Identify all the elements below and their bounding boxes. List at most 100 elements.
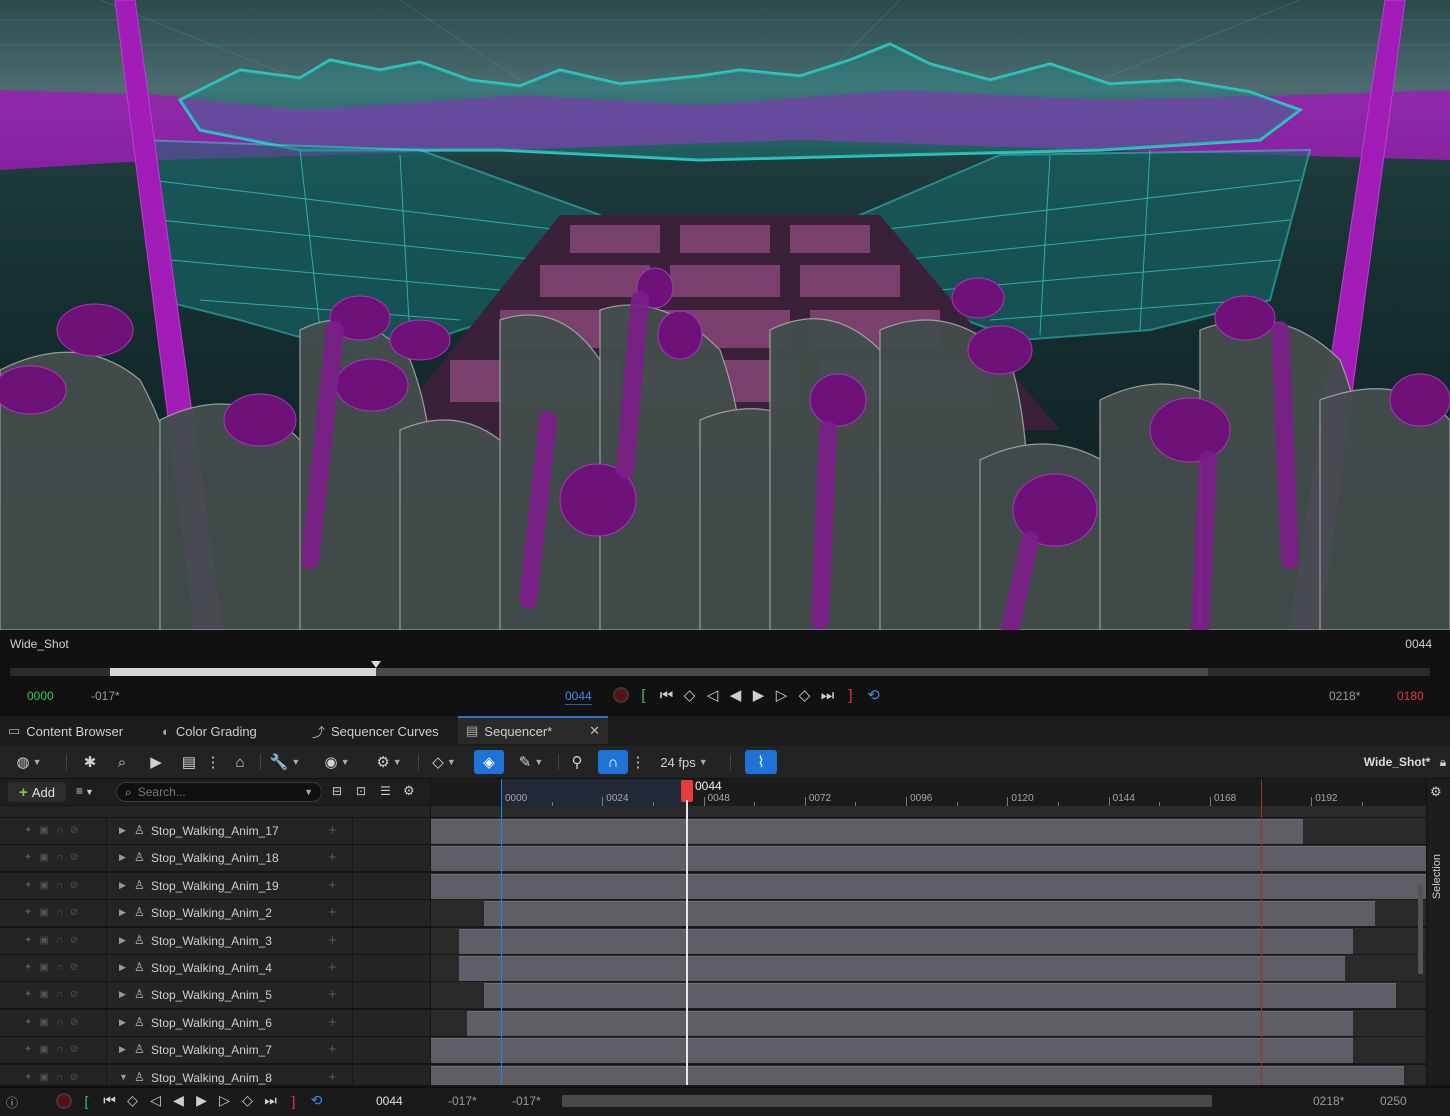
mute-icon[interactable]: ⊘ — [70, 852, 78, 863]
mute-icon[interactable]: ⊘ — [70, 1044, 78, 1055]
lock-icon[interactable]: ▣ — [39, 962, 48, 973]
track-row[interactable]: ✦ ▣ ∩ ⊘ ▶ ♙ Stop_Walking_Anim_5 + — [0, 982, 430, 1010]
current-frame-field[interactable]: 0044 — [565, 689, 592, 705]
sequence-name-breadcrumb[interactable]: Wide_Shot* — [1362, 750, 1432, 774]
headphones-icon[interactable]: ∩ — [56, 880, 63, 891]
animation-section[interactable] — [467, 1010, 1354, 1036]
jump-end-icon[interactable]: ⏭ — [819, 687, 836, 704]
headphones-icon[interactable]: ∩ — [56, 935, 63, 946]
add-subtrack-icon[interactable]: + — [328, 904, 337, 921]
playback-options-button[interactable]: ⚙ ▼ — [370, 750, 408, 774]
pin-icon[interactable]: ✦ — [24, 880, 32, 891]
expand-arrow-icon[interactable]: ▼ — [119, 1072, 128, 1082]
add-subtrack-icon[interactable]: + — [328, 1014, 337, 1031]
add-subtrack-icon[interactable]: + — [328, 932, 337, 949]
next-frame-icon[interactable]: ▷ — [216, 1092, 233, 1109]
timeline-range-scrollbar[interactable] — [562, 1095, 1212, 1107]
headphones-icon[interactable]: ∩ — [56, 852, 63, 863]
animation-section[interactable] — [458, 928, 1354, 954]
mute-icon[interactable]: ⊘ — [70, 880, 78, 891]
lock-icon[interactable]: ▣ — [39, 880, 48, 891]
mute-icon[interactable]: ⊘ — [70, 825, 78, 836]
animation-section[interactable] — [431, 846, 1426, 872]
expand-arrow-icon[interactable]: ▶ — [119, 907, 126, 918]
expand-arrow-icon[interactable]: ▶ — [119, 1017, 126, 1028]
animation-section[interactable] — [431, 1038, 1354, 1064]
view-start-field[interactable]: -017* — [448, 1094, 477, 1108]
expand-arrow-icon[interactable]: ▶ — [119, 880, 126, 891]
headphones-icon[interactable]: ∩ — [56, 825, 63, 836]
headphones-icon[interactable]: ∩ — [56, 989, 63, 1000]
mute-icon[interactable]: ⊘ — [70, 1072, 78, 1083]
mute-icon[interactable]: ⊘ — [70, 962, 78, 973]
animation-section[interactable] — [484, 901, 1375, 927]
curve-editor-toggle[interactable]: ⌇ — [745, 750, 777, 774]
prev-key-icon[interactable]: ◇ — [681, 686, 698, 704]
expand-arrow-icon[interactable]: ▶ — [119, 989, 126, 1000]
lock-icon[interactable]: 🔒︎ — [1436, 750, 1450, 774]
vertical-scrollbar-thumb[interactable] — [1418, 884, 1423, 974]
pin-icon[interactable]: ✦ — [24, 1017, 32, 1028]
add-subtrack-icon[interactable]: + — [328, 1069, 337, 1085]
lock-icon[interactable]: ▣ — [39, 825, 48, 836]
prev-key-icon[interactable]: ◇ — [124, 1092, 141, 1109]
add-subtrack-icon[interactable]: + — [328, 877, 337, 894]
work-start-field[interactable]: -017* — [512, 1094, 541, 1108]
set-end-icon[interactable]: ] — [842, 687, 859, 704]
marker-button[interactable]: ⚲ — [568, 750, 586, 774]
jump-end-icon[interactable]: ⏭ — [262, 1092, 279, 1109]
view-options-button[interactable]: ◉ ▼ — [318, 750, 356, 774]
prev-frame-icon[interactable]: ◁ — [704, 686, 721, 704]
level-viewport[interactable] — [0, 0, 1450, 630]
headphones-icon[interactable]: ∩ — [56, 907, 63, 918]
pin-icon[interactable]: ✦ — [24, 1044, 32, 1055]
pin-icon[interactable]: ✦ — [24, 907, 32, 918]
bottom-current-frame-field[interactable]: 0044 — [376, 1094, 403, 1108]
lock-icon[interactable]: ▣ — [39, 1017, 48, 1028]
mute-icon[interactable]: ⊘ — [70, 989, 78, 1000]
world-menu-button[interactable]: ◍ ▼ — [10, 750, 48, 774]
animation-section[interactable] — [431, 873, 1426, 899]
playback-end-line[interactable] — [1261, 779, 1262, 1085]
playhead-handle[interactable] — [681, 780, 693, 802]
tab-sequencer[interactable]: ▤ Sequencer* ✕ — [458, 716, 608, 744]
track-row[interactable]: ✦ ▣ ∩ ⊘ ▶ ♙ Stop_Walking_Anim_18 + — [0, 845, 430, 873]
export-button[interactable]: ⌂ — [229, 750, 251, 774]
track-row[interactable]: ✦ ▣ ∩ ⊘ ▶ ♙ Stop_Walking_Anim_2 + — [0, 900, 430, 928]
track-row[interactable]: ✦ ▣ ∩ ⊘ ▶ ♙ Stop_Walking_Anim_4 + — [0, 955, 430, 982]
loop-icon[interactable]: ⟲ — [308, 1092, 325, 1109]
play-icon[interactable]: ▶ — [193, 1092, 210, 1109]
pin-icon[interactable]: ✦ — [24, 1072, 32, 1083]
add-subtrack-icon[interactable]: + — [328, 1041, 337, 1058]
headphones-icon[interactable]: ∩ — [56, 1017, 63, 1028]
play-icon[interactable]: ▶ — [750, 686, 767, 704]
track-row[interactable]: ✦ ▣ ∩ ⊘ ▶ ♙ Stop_Walking_Anim_7 + — [0, 1037, 430, 1065]
viewport-scrub-handle[interactable] — [371, 661, 381, 668]
record-icon[interactable] — [56, 1092, 72, 1109]
track-row[interactable]: ✦ ▣ ∩ ⊘ ▶ ♙ Stop_Walking_Anim_19 + — [0, 872, 430, 900]
more-options-button[interactable]: ⋮ — [206, 750, 221, 774]
track-row[interactable]: ✦ ▣ ∩ ⊘ ▶ ♙ Stop_Walking_Anim_17 + — [0, 818, 430, 845]
lock-icon[interactable]: ▣ — [39, 907, 48, 918]
animation-section[interactable] — [431, 819, 1303, 844]
jump-start-icon[interactable]: ⏮ — [101, 1092, 118, 1109]
record-icon[interactable] — [613, 687, 629, 703]
camera-button[interactable]: ▶ — [145, 750, 167, 774]
snap-toggle[interactable]: ∩ — [598, 750, 628, 774]
headphones-icon[interactable]: ∩ — [56, 962, 63, 973]
set-start-icon[interactable]: [ — [78, 1093, 95, 1109]
snap-options-button[interactable]: ⋮ — [631, 750, 646, 774]
add-subtrack-icon[interactable]: + — [328, 986, 337, 1003]
next-key-icon[interactable]: ◇ — [239, 1092, 256, 1109]
play-reverse-icon[interactable]: ◀ — [170, 1092, 187, 1109]
mute-icon[interactable]: ⊘ — [70, 1017, 78, 1028]
track-row[interactable]: ✦ ▣ ∩ ⊘ ▶ ♙ Stop_Walking_Anim_3 + — [0, 927, 430, 955]
info-icon[interactable]: ⓘ — [6, 1094, 18, 1111]
pin-icon[interactable]: ✦ — [24, 962, 32, 973]
add-subtrack-icon[interactable]: + — [328, 849, 337, 866]
lock-icon[interactable]: ▣ — [39, 1044, 48, 1055]
playback-start-line[interactable] — [501, 779, 502, 1085]
auto-key-button[interactable]: ◈ — [474, 750, 504, 774]
lock-icon[interactable]: ▣ — [39, 852, 48, 863]
tools-menu-button[interactable]: 🔧 ▼ — [268, 750, 302, 774]
